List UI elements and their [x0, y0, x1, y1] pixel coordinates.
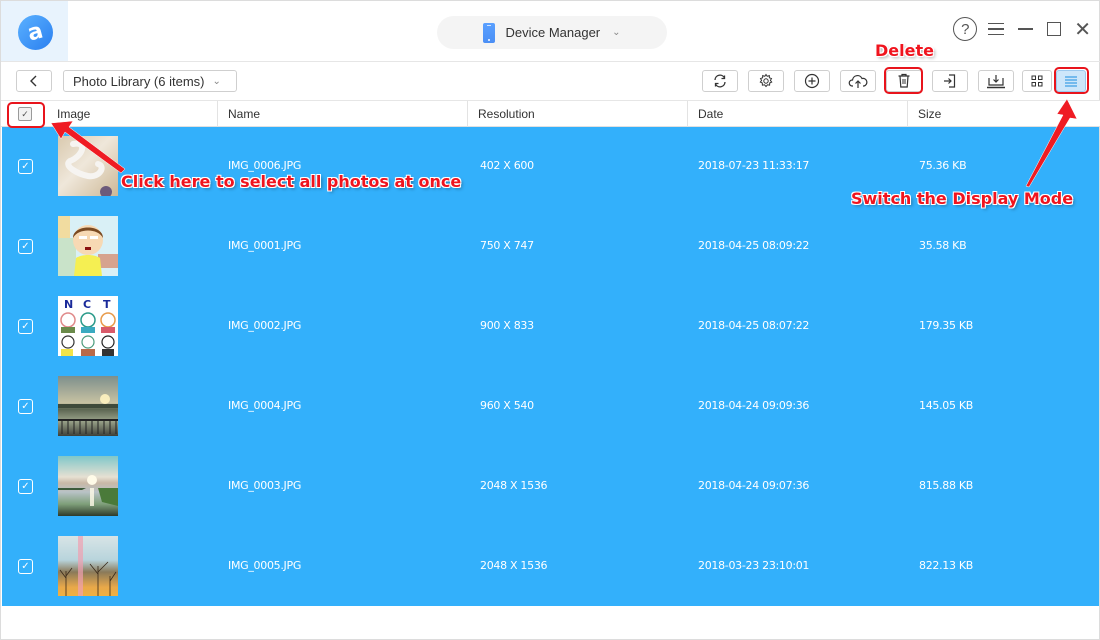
- column-header-date[interactable]: Date: [687, 101, 907, 127]
- photo-date: 2018-07-23 11:33:17: [698, 159, 810, 172]
- back-button[interactable]: [16, 70, 52, 92]
- photo-name: IMG_0003.JPG: [228, 479, 302, 492]
- photo-resolution: 750 X 747: [480, 239, 534, 252]
- refresh-icon: [714, 74, 726, 88]
- photo-size: 35.58 KB: [919, 239, 967, 252]
- app-logo-icon: a: [18, 15, 53, 50]
- photo-resolution: 2048 X 1536: [480, 479, 548, 492]
- export-to-computer-button[interactable]: [932, 70, 968, 92]
- help-icon[interactable]: ?: [953, 17, 978, 41]
- photo-resolution: 900 X 833: [480, 319, 534, 332]
- table-row[interactable]: ✓ IMG_0003.JPG 2048 X 1536 2018-04-24 09…: [2, 447, 1099, 527]
- title-bar: a Device Manager ⌄ ? ✕: [1, 1, 1100, 62]
- photo-name: IMG_0006.JPG: [228, 159, 302, 172]
- photo-size: 145.05 KB: [919, 399, 974, 412]
- photo-date: 2018-04-24 09:07:36: [698, 479, 810, 492]
- photo-resolution: 960 X 540: [480, 399, 534, 412]
- row-checkbox[interactable]: ✓: [18, 239, 33, 254]
- delete-button[interactable]: [886, 70, 922, 92]
- svg-text:T: T: [103, 298, 111, 311]
- table-row[interactable]: ✓ IMG_0001.JPG 750 X 747 2018-04-25 08:0…: [2, 207, 1099, 287]
- minimize-icon[interactable]: [1018, 28, 1034, 30]
- photo-thumbnail[interactable]: NCT: [58, 296, 118, 356]
- device-manager-selector[interactable]: Device Manager ⌄: [437, 16, 667, 49]
- download-tray-icon: [987, 75, 1005, 89]
- thumbnail-image-sand-writing: [65, 140, 112, 196]
- photo-thumbnail[interactable]: [58, 216, 118, 276]
- thumbnail-image-nct-drawing: NCT: [60, 298, 116, 356]
- photo-date: 2018-04-25 08:09:22: [698, 239, 810, 252]
- list-view-button[interactable]: [1056, 70, 1086, 92]
- photo-library-label: Photo Library (6 items): [73, 73, 205, 89]
- maximize-icon[interactable]: [1047, 22, 1062, 36]
- table-row[interactable]: ✓ IMG_0004.JPG 960 X 540 2018-04-24 09:0…: [2, 367, 1099, 447]
- table-row[interactable]: ✓ IMG_0005.JPG 2048 X 1536 2018-03-23 23…: [2, 527, 1099, 607]
- photo-name: IMG_0005.JPG: [228, 559, 302, 572]
- photo-thumbnail[interactable]: [58, 456, 118, 516]
- select-all-checkbox[interactable]: ✓: [18, 107, 32, 121]
- trash-icon: [898, 73, 910, 88]
- thumbnail-image-sun-over-lake: [58, 475, 118, 506]
- photo-size: 179.35 KB: [919, 319, 974, 332]
- photo-size: 815.88 KB: [919, 479, 974, 492]
- refresh-button[interactable]: [702, 70, 738, 92]
- menu-icon[interactable]: [988, 23, 1005, 35]
- chevron-down-icon: ⌄: [212, 75, 221, 87]
- column-header-name[interactable]: Name: [217, 101, 467, 127]
- list-icon: [1065, 76, 1077, 87]
- photo-date: 2018-04-24 09:09:36: [698, 399, 810, 412]
- upload-to-cloud-button[interactable]: [840, 70, 876, 92]
- export-icon: [944, 74, 956, 88]
- chevron-down-icon: ⌄: [612, 27, 621, 38]
- svg-text:N: N: [64, 298, 73, 311]
- logo-area: a: [1, 1, 68, 61]
- photo-size: 822.13 KB: [919, 559, 974, 572]
- grid-icon: [1031, 75, 1043, 87]
- photo-size: 75.36 KB: [919, 159, 967, 172]
- photo-date: 2018-04-25 08:07:22: [698, 319, 810, 332]
- cloud-upload-icon: [848, 75, 868, 88]
- send-to-device-button[interactable]: [978, 70, 1014, 92]
- photo-thumbnail[interactable]: [58, 136, 118, 196]
- photo-name: IMG_0001.JPG: [228, 239, 302, 252]
- thumbnail-image-trees-sunrise: [59, 536, 117, 596]
- row-checkbox[interactable]: ✓: [18, 479, 33, 494]
- logo-glyph: a: [25, 18, 46, 47]
- photo-resolution: 2048 X 1536: [480, 559, 548, 572]
- grid-view-button[interactable]: [1022, 70, 1052, 92]
- photo-name: IMG_0002.JPG: [228, 319, 302, 332]
- column-header-image[interactable]: Image: [47, 101, 217, 127]
- table-header: ✓ Image Name Resolution Date Size: [1, 101, 1100, 127]
- display-mode-annotation: Switch the Display Mode: [851, 189, 1074, 208]
- column-header-size[interactable]: Size: [907, 101, 1100, 127]
- row-checkbox[interactable]: ✓: [18, 399, 33, 414]
- thumbnail-image-cartoon-boy: [58, 216, 118, 276]
- table-row[interactable]: ✓ NCT IMG_0002.JPG 900 X 833 2018-04-25 …: [2, 287, 1099, 367]
- photo-thumbnail[interactable]: [58, 376, 118, 436]
- photo-library-select[interactable]: Photo Library (6 items) ⌄: [63, 70, 237, 92]
- column-header-resolution[interactable]: Resolution: [467, 101, 687, 127]
- close-icon[interactable]: ✕: [1074, 19, 1091, 39]
- chevron-left-icon: [30, 75, 37, 87]
- svg-text:C: C: [83, 298, 91, 311]
- gear-icon: [759, 73, 773, 88]
- plus-circle-icon: [804, 73, 820, 89]
- window-controls: ? ✕: [953, 17, 1091, 41]
- row-checkbox[interactable]: ✓: [18, 319, 33, 334]
- device-manager-label: Device Manager: [505, 25, 601, 40]
- select-all-annotation: Click here to select all photos at once: [121, 172, 462, 191]
- thumbnail-image-sunset-pier: [58, 394, 118, 434]
- photo-thumbnail[interactable]: [58, 536, 118, 596]
- add-button[interactable]: [794, 70, 830, 92]
- row-checkbox[interactable]: ✓: [18, 559, 33, 574]
- toolbar: Photo Library (6 items) ⌄: [1, 62, 1100, 101]
- photo-name: IMG_0004.JPG: [228, 399, 302, 412]
- phone-icon: [483, 22, 496, 43]
- row-checkbox[interactable]: ✓: [18, 159, 33, 174]
- photo-resolution: 402 X 600: [480, 159, 534, 172]
- settings-button[interactable]: [748, 70, 784, 92]
- photo-date: 2018-03-23 23:10:01: [698, 559, 810, 572]
- delete-annotation: Delete: [875, 41, 934, 60]
- app-window: a Device Manager ⌄ ? ✕ Photo Library (6 …: [0, 0, 1100, 640]
